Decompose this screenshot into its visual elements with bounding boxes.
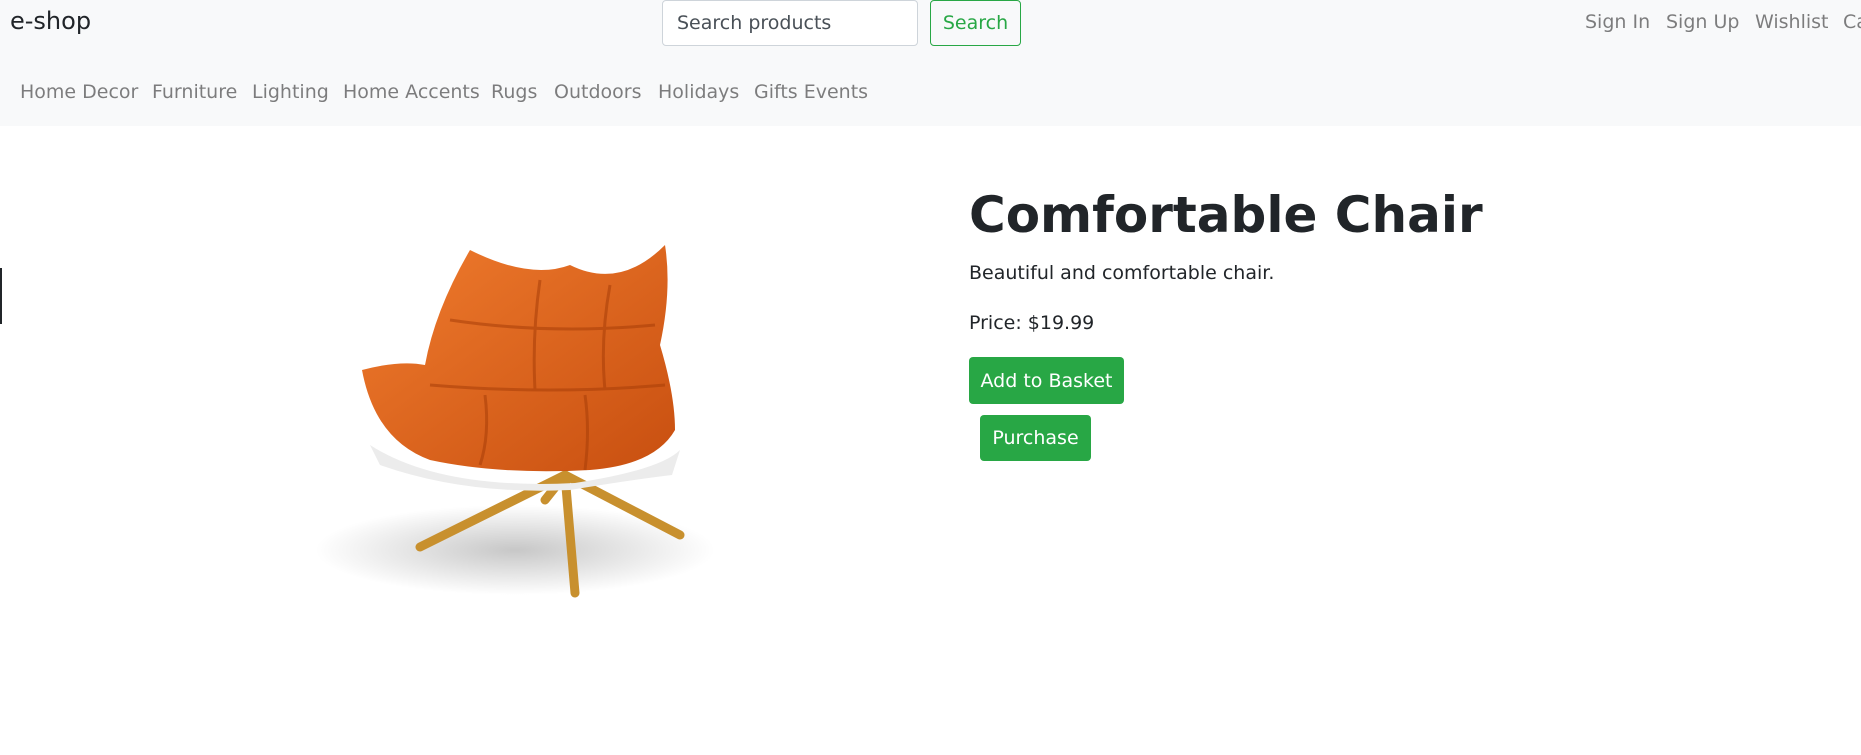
- product-description: Beautiful and comfortable chair.: [969, 262, 1275, 284]
- category-outdoors[interactable]: Outdoors: [554, 81, 641, 103]
- chair-cushion: [362, 245, 675, 472]
- category-rugs[interactable]: Rugs: [491, 81, 537, 103]
- purchase-button[interactable]: Purchase: [980, 415, 1091, 461]
- category-lighting[interactable]: Lighting: [252, 81, 329, 103]
- sign-in-link[interactable]: Sign In: [1585, 11, 1650, 33]
- category-home-decor[interactable]: Home Decor: [20, 81, 138, 103]
- category-gifts-events[interactable]: Gifts Events: [754, 81, 868, 103]
- product-title: Comfortable Chair: [969, 186, 1483, 244]
- search-input[interactable]: [662, 0, 918, 46]
- brand-link[interactable]: e-shop: [10, 7, 91, 35]
- product-price: Price: $19.99: [969, 312, 1095, 334]
- category-home-accents[interactable]: Home Accents: [343, 81, 480, 103]
- navbar: e-shop Search Sign In Sign Up Wishlist C…: [0, 0, 1861, 126]
- category-holidays[interactable]: Holidays: [658, 81, 739, 103]
- add-to-basket-button[interactable]: Add to Basket: [969, 357, 1124, 404]
- wishlist-link[interactable]: Wishlist: [1755, 11, 1829, 33]
- category-furniture[interactable]: Furniture: [152, 81, 237, 103]
- edge-mark: [0, 268, 2, 324]
- sign-up-link[interactable]: Sign Up: [1666, 11, 1739, 33]
- product-image: [315, 245, 715, 598]
- cart-link[interactable]: Ca: [1843, 11, 1861, 33]
- search-button[interactable]: Search: [930, 0, 1021, 46]
